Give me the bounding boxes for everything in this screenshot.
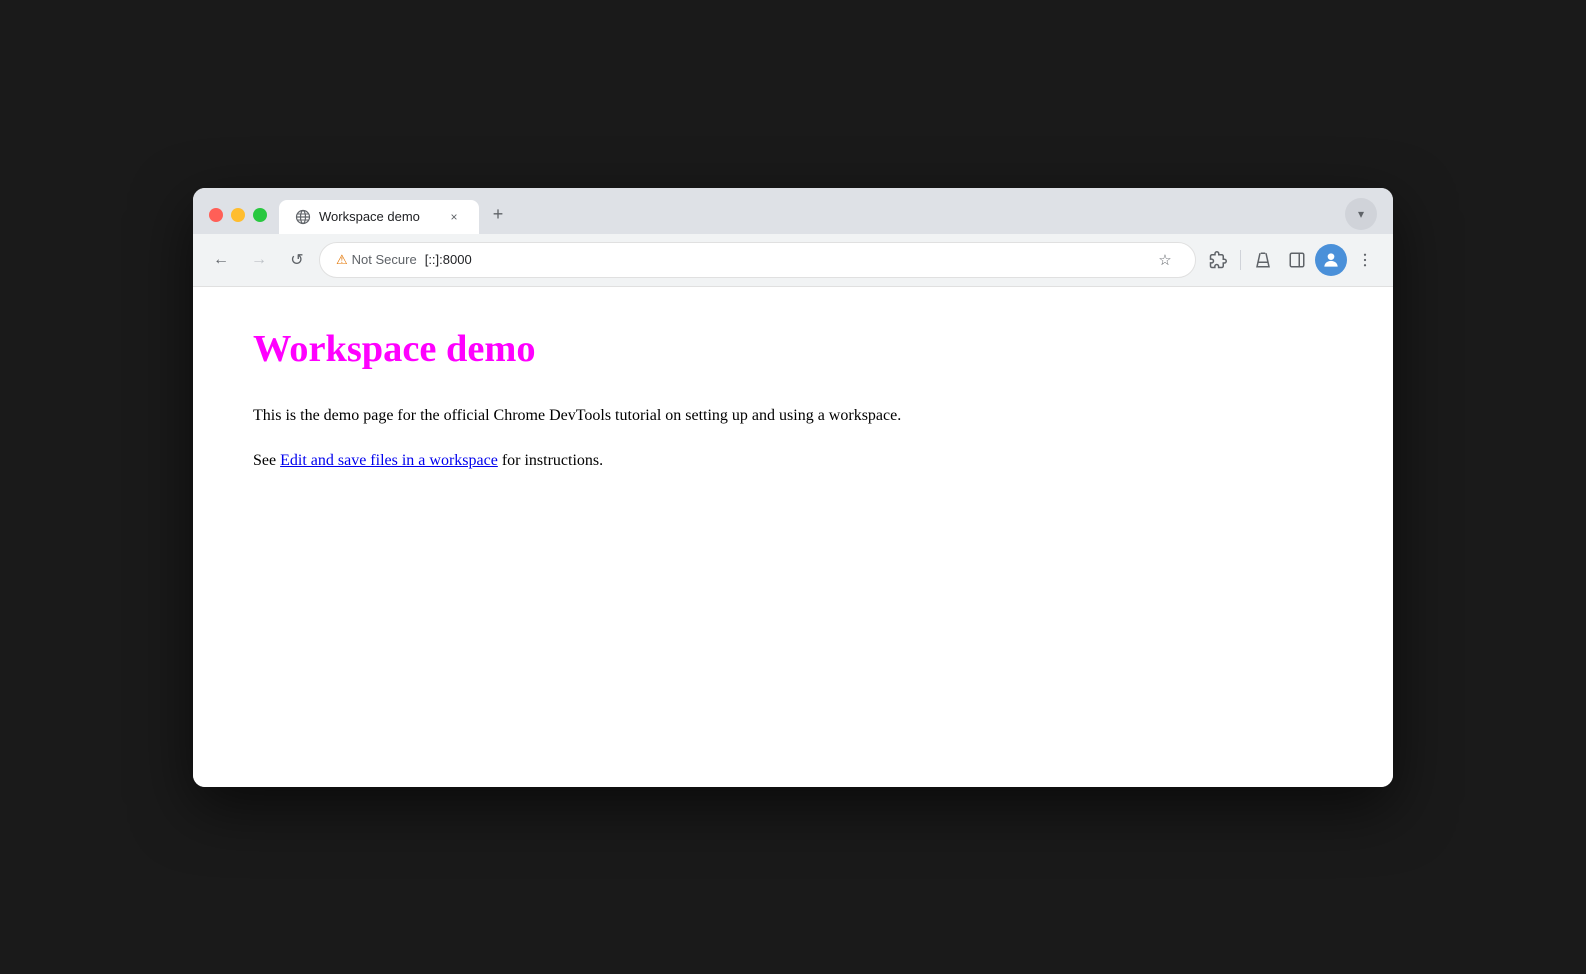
avatar-icon — [1321, 250, 1341, 270]
bookmark-icon[interactable]: ☆ — [1151, 246, 1179, 274]
nav-right-icons — [1202, 244, 1381, 276]
tab-dropdown-button[interactable]: ▾ — [1345, 198, 1377, 230]
sidebar-icon — [1288, 251, 1306, 269]
traffic-lights — [205, 208, 279, 234]
profile-button[interactable] — [1315, 244, 1347, 276]
tabs-area: Workspace demo × + ▾ — [279, 198, 1381, 234]
extensions-button[interactable] — [1202, 244, 1234, 276]
page-heading: Workspace demo — [253, 327, 1333, 371]
title-bar: Workspace demo × + ▾ — [193, 188, 1393, 234]
browser-window: Workspace demo × + ▾ ← → ↺ ⚠ Not Secure … — [193, 188, 1393, 787]
kebab-icon — [1356, 251, 1374, 269]
lab-button[interactable] — [1247, 244, 1279, 276]
globe-icon — [295, 209, 311, 225]
traffic-light-maximize[interactable] — [253, 208, 267, 222]
paragraph-2-suffix: for instructions. — [498, 452, 603, 469]
flask-icon — [1254, 251, 1272, 269]
not-secure-text: Not Secure — [352, 252, 417, 267]
divider — [1240, 250, 1241, 270]
navigation-bar: ← → ↺ ⚠ Not Secure [::]:8000 ☆ — [193, 234, 1393, 287]
warning-icon: ⚠ — [336, 252, 348, 268]
more-button[interactable] — [1349, 244, 1381, 276]
workspace-link[interactable]: Edit and save files in a workspace — [280, 452, 498, 469]
puzzle-icon — [1209, 251, 1227, 269]
not-secure-badge: ⚠ Not Secure — [336, 252, 417, 268]
tab-title-text: Workspace demo — [319, 209, 437, 224]
tab-close-button[interactable]: × — [445, 208, 463, 226]
address-bar-icons: ☆ — [1151, 246, 1179, 274]
page-content: Workspace demo This is the demo page for… — [193, 287, 1393, 787]
address-bar[interactable]: ⚠ Not Secure [::]:8000 ☆ — [319, 242, 1196, 278]
chevron-down-icon: ▾ — [1358, 207, 1364, 221]
new-tab-button[interactable]: + — [483, 200, 513, 230]
forward-button[interactable]: → — [243, 244, 275, 276]
url-text: [::]:8000 — [425, 252, 1143, 267]
back-button[interactable]: ← — [205, 244, 237, 276]
paragraph-2-prefix: See — [253, 452, 280, 469]
traffic-light-minimize[interactable] — [231, 208, 245, 222]
paragraph-2: See Edit and save files in a workspace f… — [253, 448, 1333, 474]
active-tab[interactable]: Workspace demo × — [279, 200, 479, 234]
traffic-light-close[interactable] — [209, 208, 223, 222]
reload-button[interactable]: ↺ — [281, 244, 313, 276]
sidebar-button[interactable] — [1281, 244, 1313, 276]
paragraph-1: This is the demo page for the official C… — [253, 403, 1333, 429]
